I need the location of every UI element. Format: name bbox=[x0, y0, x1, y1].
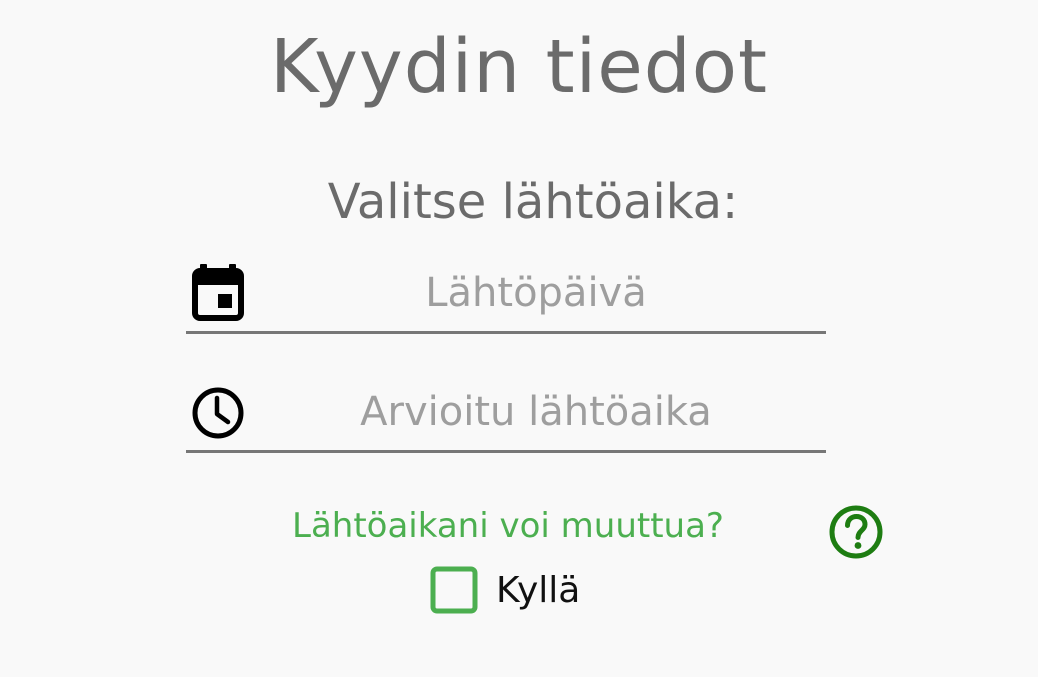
departure-time-input[interactable] bbox=[276, 375, 796, 449]
flexibility-checkbox[interactable] bbox=[430, 566, 478, 614]
page-title: Kyydin tiedot bbox=[269, 24, 769, 110]
help-circle-icon[interactable] bbox=[828, 504, 884, 560]
departure-date-input[interactable] bbox=[276, 256, 796, 330]
flexibility-checkbox-label[interactable]: Kyllä bbox=[496, 568, 580, 614]
calendar-icon bbox=[190, 262, 246, 322]
departure-prompt: Valitse lähtöaika: bbox=[327, 174, 739, 230]
flexibility-checkbox-row[interactable]: Kyllä bbox=[430, 566, 630, 616]
flexibility-question: Lähtöaikani voi muuttua? bbox=[292, 506, 724, 546]
clock-icon bbox=[190, 381, 246, 441]
ride-details-page: Kyydin tiedot Valitse lähtöaika: Lähtöai… bbox=[0, 0, 1038, 677]
departure-time-field[interactable] bbox=[186, 375, 826, 453]
departure-date-field[interactable] bbox=[186, 256, 826, 334]
departure-flexibility-row: Lähtöaikani voi muuttua? bbox=[0, 500, 1038, 560]
